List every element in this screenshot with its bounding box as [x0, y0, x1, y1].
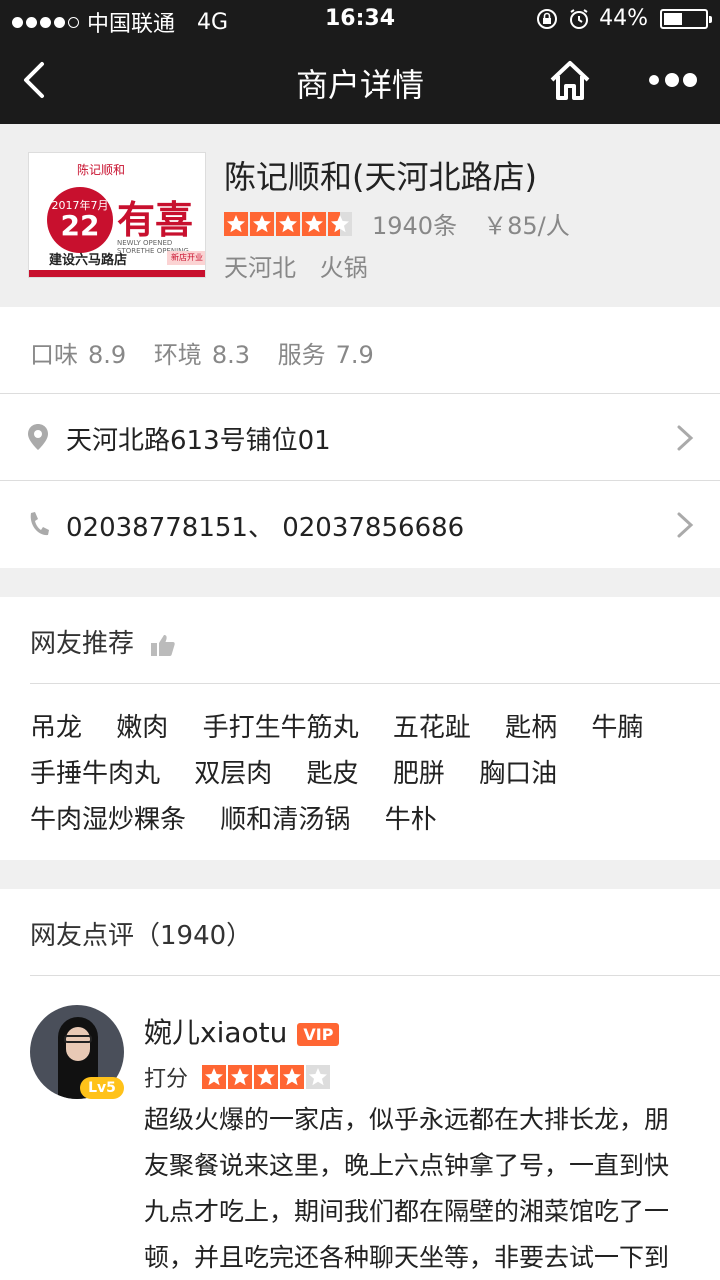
merchant-category: 火锅: [319, 254, 368, 282]
more-icon[interactable]: [644, 60, 700, 100]
vip-badge: VIP: [297, 1022, 340, 1046]
dish-item[interactable]: 吊龙: [30, 713, 82, 743]
dish-item[interactable]: 五花趾: [393, 713, 471, 743]
dish-item[interactable]: 双层肉: [194, 759, 272, 789]
battery-percent: 44%: [599, 6, 648, 31]
page-title: 商户详情: [295, 66, 424, 104]
dish-item[interactable]: 牛腩: [591, 713, 643, 743]
alarm-icon: [570, 8, 589, 29]
recommend-section: 网友推荐 吊龙 嫩肉 手打生牛筋丸 五花趾 匙柄 牛腩 手捶牛肉丸 双层肉 匙皮…: [0, 597, 720, 860]
battery-icon: [660, 8, 712, 29]
merchant-tags: 天河北 火锅: [224, 248, 384, 283]
phone-icon: [30, 512, 49, 536]
review-user[interactable]: 婉儿xiaotu VIP: [144, 1011, 340, 1051]
service-label: 服务: [277, 341, 326, 369]
dish-item[interactable]: 手打生牛筋丸: [203, 713, 359, 743]
merchant-stars: [224, 211, 352, 236]
dish-list: 吊龙 嫩肉 手打生牛筋丸 五花趾 匙柄 牛腩 手捶牛肉丸 双层肉 匙皮 肥胼 胸…: [30, 705, 700, 843]
logo-address: 建设六马路店: [49, 253, 128, 268]
star-icon: [280, 1065, 305, 1089]
review-section: 网友点评（1940） Lv5 婉儿xiaotu VIP 打分 超级火爆的一家店，似…: [0, 889, 720, 1280]
score-label: 打分: [144, 1067, 189, 1092]
star-icon: [306, 1065, 331, 1089]
star-icon: [276, 211, 300, 236]
dish-item[interactable]: 手捶牛肉丸: [30, 759, 160, 789]
taste-score: 8.9: [88, 341, 127, 369]
merchant-price: ￥85/人: [483, 212, 570, 240]
merchant-header: 陈记顺和 2017年7月 22 有喜 NEWLY OPENED STORETHE…: [0, 124, 720, 307]
env-score: 8.3: [211, 341, 250, 369]
merchant-name: 陈记顺和(天河北路店): [224, 158, 537, 196]
dish-item[interactable]: 牛肉湿炒粿条: [30, 805, 186, 835]
dish-item[interactable]: 牛朴: [385, 805, 437, 835]
logo-headline: 有喜: [117, 197, 194, 242]
logo-bottom-bar: [29, 270, 205, 277]
level-badge: Lv5: [80, 1077, 124, 1099]
divider: [30, 975, 720, 976]
star-icon: [250, 211, 274, 236]
star-icon: [302, 211, 326, 236]
logo-brand: 陈记顺和: [77, 163, 126, 177]
status-bar: 中国联通 4G 16:34 44%: [0, 0, 720, 40]
review-title[interactable]: 网友点评（1940）: [30, 915, 252, 952]
review-score-row: 打分: [144, 1061, 350, 1093]
dish-item[interactable]: 匙柄: [505, 713, 557, 743]
address-text: 天河北路613号铺位01: [66, 426, 331, 456]
service-score: 7.9: [335, 341, 374, 369]
chevron-right-icon: [677, 512, 694, 538]
score-row: 口味 8.9 环境 8.3 服务 7.9: [30, 335, 384, 370]
dish-item[interactable]: 顺和清汤锅: [220, 805, 350, 835]
logo-day: 22: [60, 209, 100, 242]
star-icon: [328, 211, 352, 236]
rotation-lock-icon: [537, 8, 558, 29]
location-pin-icon: [28, 424, 48, 450]
score-section: 口味 8.9 环境 8.3 服务 7.9: [0, 307, 720, 394]
taste-label: 口味: [30, 341, 78, 369]
merchant-logo[interactable]: 陈记顺和 2017年7月 22 有喜 NEWLY OPENED STORETHE…: [28, 152, 206, 278]
chevron-right-icon: [677, 425, 694, 451]
star-icon: [228, 1065, 253, 1089]
phone-row[interactable]: 02038778151、 02037856686: [0, 481, 720, 568]
review-stars: [202, 1065, 331, 1089]
dish-item[interactable]: 胸口油: [479, 759, 557, 789]
status-bar-right: 44%: [535, 6, 712, 31]
phone-text: 02038778151、 02037856686: [66, 513, 465, 543]
recommend-title: 网友推荐: [30, 629, 135, 659]
divider: [30, 683, 720, 684]
logo-badge: 新店开业: [167, 251, 205, 265]
recommend-title-row: 网友推荐: [30, 623, 176, 660]
review-user-name: 婉儿xiaotu: [144, 1016, 288, 1049]
home-icon[interactable]: [546, 56, 594, 104]
star-icon: [254, 1065, 279, 1089]
dish-item[interactable]: 匙皮: [307, 759, 359, 789]
nav-bar: 商户详情: [0, 40, 720, 124]
thumbs-up-icon: [151, 634, 175, 656]
merchant-rating-row: 1940条 ￥85/人: [224, 206, 570, 241]
dish-item[interactable]: 嫩肉: [116, 713, 168, 743]
review-text[interactable]: 超级火爆的一家店，似乎永远都在大排长龙，朋友聚餐说来这里，晚上六点钟拿了号，一直…: [144, 1097, 692, 1280]
address-row[interactable]: 天河北路613号铺位01: [0, 394, 720, 481]
logo-date-badge: 2017年7月 22: [47, 187, 113, 253]
star-icon: [224, 211, 248, 236]
dish-item[interactable]: 肥胼: [393, 759, 445, 789]
merchant-area: 天河北: [224, 254, 296, 282]
star-icon: [202, 1065, 227, 1089]
env-label: 环境: [153, 341, 202, 369]
merchant-review-count: 1940条: [372, 212, 458, 240]
